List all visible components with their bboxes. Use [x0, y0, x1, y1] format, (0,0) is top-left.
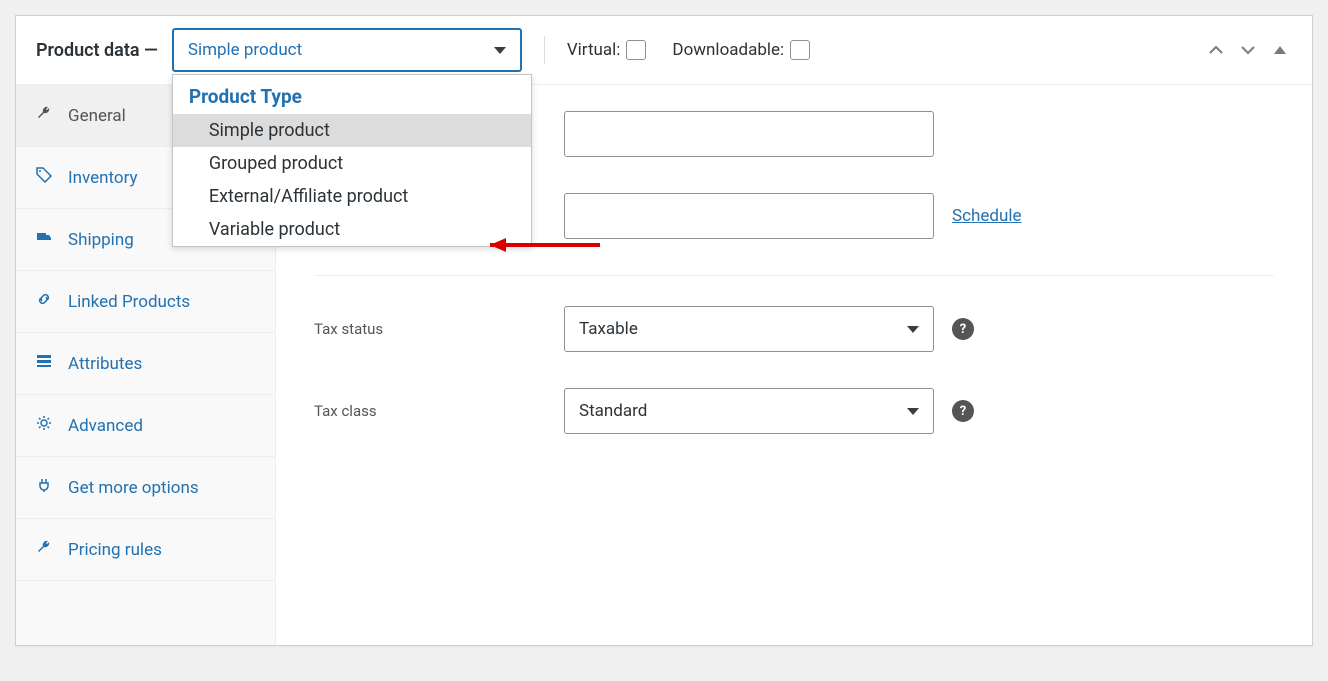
collapse-down-icon[interactable] — [1236, 38, 1260, 62]
collapse-up-icon[interactable] — [1204, 38, 1228, 62]
product-data-panel: Product data — Simple product Product Ty… — [15, 15, 1313, 646]
tab-label: Advanced — [68, 416, 143, 436]
tab-label: Pricing rules — [68, 540, 162, 560]
tax-status-label: Tax status — [314, 320, 564, 338]
product-type-select-wrap: Simple product Product Type Simple produ… — [172, 28, 522, 72]
virtual-label[interactable]: Virtual: — [567, 40, 647, 60]
dropdown-group-label: Product Type — [173, 75, 531, 114]
tab-pricing-rules[interactable]: Pricing rules — [16, 519, 275, 581]
downloadable-label[interactable]: Downloadable: — [672, 40, 810, 60]
gear-icon — [34, 415, 54, 436]
dropdown-option-grouped[interactable]: Grouped product — [173, 147, 531, 180]
wrench-icon — [34, 539, 54, 560]
downloadable-label-text: Downloadable: — [672, 40, 784, 60]
header-checkbox-group: Virtual: Downloadable: — [567, 40, 810, 60]
panel-title: Product data — — [36, 40, 158, 61]
tax-status-value: Taxable — [579, 319, 638, 339]
product-type-dropdown: Product Type Simple product Grouped prod… — [172, 74, 532, 247]
product-type-select-value: Simple product — [188, 40, 302, 60]
wrench-icon — [34, 105, 54, 126]
link-icon — [34, 291, 54, 312]
tab-label: Inventory — [68, 168, 138, 188]
panel-header: Product data — Simple product Product Ty… — [16, 16, 1312, 85]
sale-price-input[interactable] — [564, 193, 934, 239]
truck-icon — [34, 229, 54, 250]
tab-advanced[interactable]: Advanced — [16, 395, 275, 457]
tab-attributes[interactable]: Attributes — [16, 333, 275, 395]
tax-class-label: Tax class — [314, 402, 564, 420]
tab-label: Linked Products — [68, 292, 190, 312]
header-controls — [1204, 38, 1292, 62]
help-icon[interactable]: ? — [952, 400, 974, 422]
header-divider — [544, 36, 545, 64]
tab-label: Attributes — [68, 354, 142, 374]
tax-class-value: Standard — [579, 401, 647, 421]
help-icon[interactable]: ? — [952, 318, 974, 340]
tax-class-row: Tax class Standard ? — [314, 388, 1274, 434]
toggle-panel-icon[interactable] — [1268, 38, 1292, 62]
tax-class-select[interactable]: Standard — [564, 388, 934, 434]
virtual-checkbox[interactable] — [626, 40, 646, 60]
virtual-label-text: Virtual: — [567, 40, 621, 60]
chevron-down-icon — [907, 326, 919, 333]
plug-icon — [34, 477, 54, 498]
chevron-down-icon — [494, 47, 506, 54]
section-divider — [314, 275, 1274, 276]
tab-label: Get more options — [68, 478, 199, 498]
chevron-down-icon — [907, 408, 919, 415]
tag-icon — [34, 167, 54, 188]
regular-price-input[interactable] — [564, 111, 934, 157]
tab-get-more-options[interactable]: Get more options — [16, 457, 275, 519]
schedule-link[interactable]: Schedule — [952, 206, 1021, 226]
dropdown-option-variable[interactable]: Variable product — [173, 213, 531, 246]
downloadable-checkbox[interactable] — [790, 40, 810, 60]
product-type-select[interactable]: Simple product — [172, 28, 522, 72]
dropdown-option-simple[interactable]: Simple product — [173, 114, 531, 147]
dropdown-option-external[interactable]: External/Affiliate product — [173, 180, 531, 213]
tab-linked-products[interactable]: Linked Products — [16, 271, 275, 333]
tab-label: General — [68, 106, 126, 126]
list-icon — [34, 353, 54, 374]
tax-status-select[interactable]: Taxable — [564, 306, 934, 352]
tab-label: Shipping — [68, 230, 134, 250]
tax-status-row: Tax status Taxable ? — [314, 306, 1274, 352]
